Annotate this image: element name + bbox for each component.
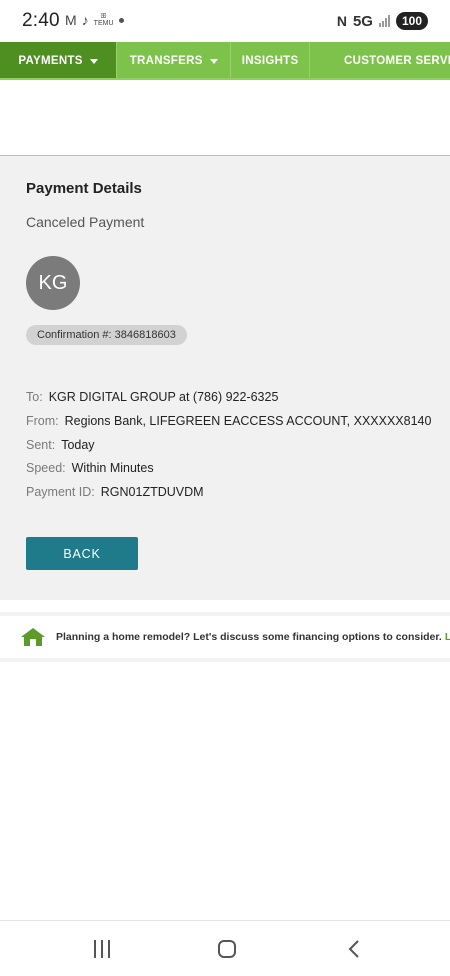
back-button[interactable]: BACK	[26, 537, 138, 570]
detail-value: KGR DIGITAL GROUP at (786) 922-6325	[48, 390, 279, 404]
signal-icon	[378, 15, 390, 27]
detail-label: Payment ID:	[26, 485, 95, 499]
detail-label: Speed:	[26, 461, 66, 475]
page-title: Payment Details	[26, 180, 142, 197]
status-bar: 2:40 M ♪ ꕥ TEMU N 5G 100	[0, 0, 450, 42]
nav-item-customer-service[interactable]: CUSTOMER SERVIC	[310, 42, 450, 78]
detail-label: From:	[26, 414, 59, 428]
confirmation-badge: Confirmation #: 3846818603	[26, 325, 187, 345]
promo-banner: Planning a home remodel? Let's discuss s…	[0, 612, 450, 662]
nav-item-transfers[interactable]: TRANSFERS	[117, 42, 232, 78]
detail-value: Regions Bank, LIFEGREEN EACCESS ACCOUNT,…	[64, 414, 432, 428]
notification-icons: M ♪ ꕥ TEMU	[65, 12, 124, 28]
nfc-icon: N	[336, 13, 347, 29]
status-time: 2:40	[22, 10, 60, 31]
temu-icon: ꕥ TEMU	[93, 13, 114, 27]
house-icon	[20, 627, 46, 647]
detail-row-to: To: KGR DIGITAL GROUP at (786) 922-6325	[26, 390, 278, 404]
system-icons: N 5G 100	[337, 12, 428, 30]
payment-status: Canceled Payment	[26, 214, 145, 230]
nav-item-label: INSIGHTS	[241, 55, 299, 67]
promo-text: Planning a home remodel? Let's discuss s…	[56, 631, 442, 643]
caret-down-icon	[209, 58, 218, 64]
network-label: 5G	[352, 12, 373, 30]
tiktok-icon: ♪	[81, 12, 89, 28]
more-notifications-icon	[118, 17, 124, 23]
gmail-icon: M	[65, 12, 77, 28]
nav-item-label: PAYMENTS	[18, 55, 83, 67]
payment-details-panel: Payment Details Canceled Payment KG Conf…	[0, 156, 450, 600]
detail-value: Today	[61, 438, 95, 452]
back-icon[interactable]	[344, 937, 364, 961]
promo-link[interactable]: Le	[445, 631, 450, 643]
detail-value: RGN01ZTDUVDM	[100, 485, 204, 499]
detail-value: Within Minutes	[71, 461, 154, 475]
detail-row-payment-id: Payment ID: RGN01ZTDUVDM	[26, 485, 204, 499]
battery-badge: 100	[395, 12, 428, 30]
detail-row-speed: Speed: Within Minutes	[26, 461, 154, 475]
system-nav-bar	[0, 920, 450, 976]
caret-down-icon	[89, 58, 98, 64]
detail-label: Sent:	[26, 438, 56, 452]
nav-item-insights[interactable]: INSIGHTS	[231, 42, 310, 78]
nav-item-label: CUSTOMER SERVIC	[343, 55, 450, 67]
recent-apps-icon[interactable]	[92, 937, 112, 961]
detail-row-sent: Sent: Today	[26, 438, 95, 452]
nav-item-label: TRANSFERS	[129, 55, 203, 67]
main-nav: PAYMENTS TRANSFERS INSIGHTS CUSTOMER SER…	[0, 42, 450, 80]
nav-item-payments[interactable]: PAYMENTS	[0, 42, 118, 78]
home-icon[interactable]	[216, 937, 238, 961]
detail-label: To:	[26, 390, 43, 404]
avatar: KG	[26, 256, 80, 310]
detail-row-from: From: Regions Bank, LIFEGREEN EACCESS ACC…	[26, 414, 431, 428]
